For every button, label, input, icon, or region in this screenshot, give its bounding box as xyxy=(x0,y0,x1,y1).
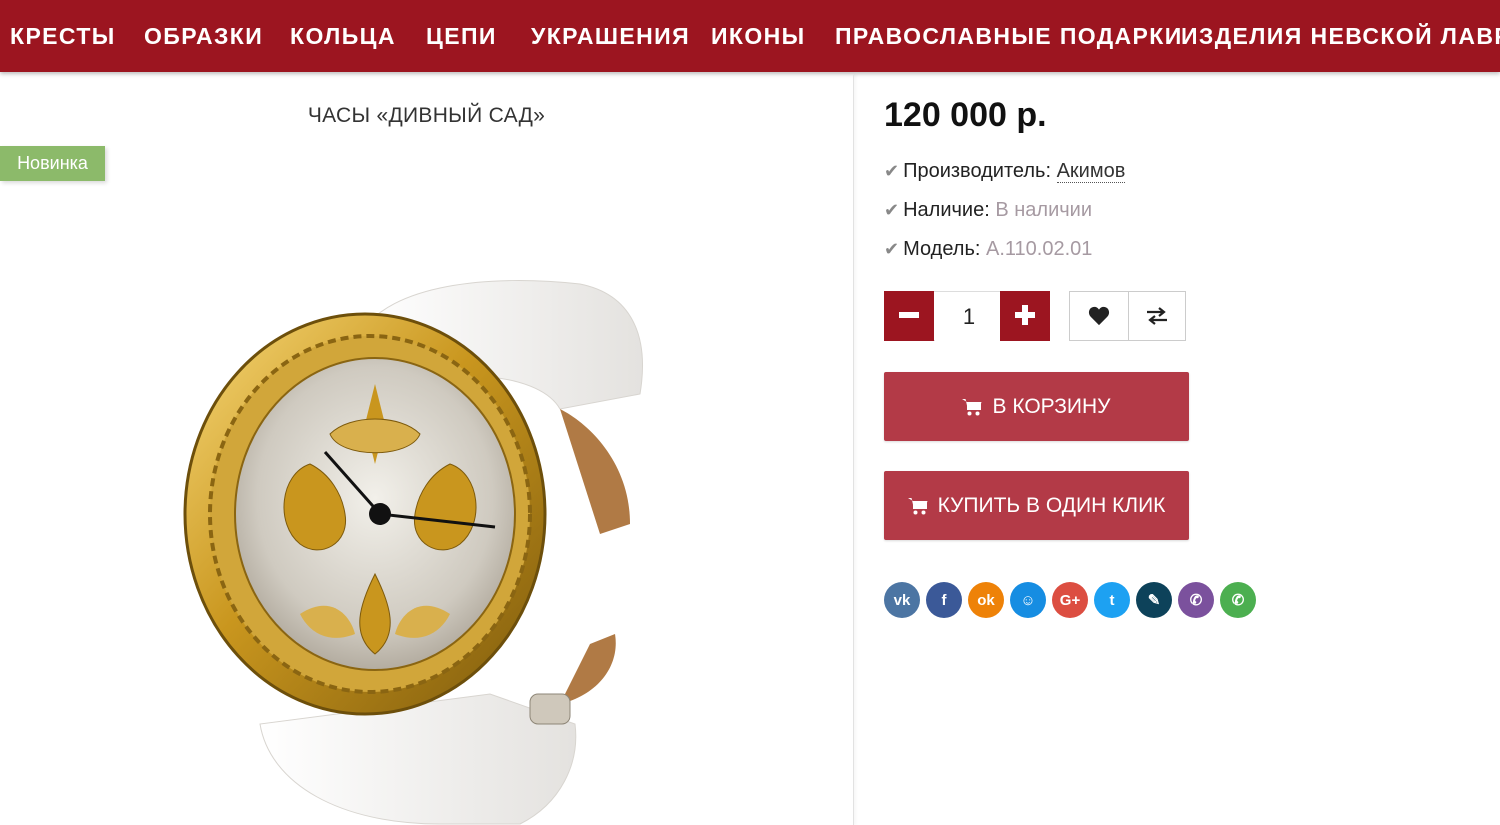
quantity-decrease-button[interactable] xyxy=(884,291,934,341)
add-to-cart-label: В КОРЗИНУ xyxy=(992,394,1111,418)
viber-icon[interactable]: ✆ xyxy=(1178,582,1214,618)
nav-item-nevsky-lavra[interactable]: ИЗДЕЛИЯ НЕВСКОЙ ЛАВРЫ xyxy=(1181,0,1500,72)
availability-value: В наличии xyxy=(995,199,1093,221)
quantity-stepper xyxy=(884,291,1050,342)
nav-item-medallions[interactable]: ОБРАЗКИ xyxy=(144,0,263,72)
compare-button[interactable] xyxy=(1128,292,1186,340)
heart-icon xyxy=(1088,306,1110,326)
cart-icon xyxy=(907,497,928,514)
product-tools xyxy=(1069,291,1186,341)
nav-item-jewelry[interactable]: УКРАШЕНИЯ xyxy=(531,0,690,72)
manufacturer-link[interactable]: Акимов xyxy=(1056,160,1126,183)
spec-label: Модель: xyxy=(903,238,981,260)
nav-item-crosses[interactable]: КРЕСТЫ xyxy=(10,0,116,72)
odnoklassniki-icon[interactable]: ok xyxy=(968,582,1004,618)
quantity-input[interactable] xyxy=(935,292,1003,342)
model-value: А.110.02.01 xyxy=(986,238,1093,260)
nav-item-icons[interactable]: ИКОНЫ xyxy=(711,0,806,72)
spec-model: ✔ Модель: А.110.02.01 xyxy=(884,238,1092,261)
buy-one-click-label: КУПИТЬ В ОДИН КЛИК xyxy=(937,493,1166,517)
check-icon: ✔ xyxy=(884,200,900,220)
compare-arrows-icon xyxy=(1147,307,1167,325)
spec-label: Наличие: xyxy=(903,199,990,221)
quantity-increase-button[interactable] xyxy=(1000,291,1050,341)
cart-icon xyxy=(962,398,982,415)
facebook-icon[interactable]: f xyxy=(926,582,962,618)
check-icon: ✔ xyxy=(884,161,900,181)
wishlist-button[interactable] xyxy=(1070,292,1129,340)
new-badge: Новинка xyxy=(0,146,105,181)
vk-icon[interactable]: vk xyxy=(884,582,920,618)
moimir-icon[interactable]: ☺ xyxy=(1010,582,1046,618)
spec-label: Производитель: xyxy=(903,160,1052,182)
spec-manufacturer: ✔ Производитель: Акимов xyxy=(884,160,1126,183)
twitter-icon[interactable]: t xyxy=(1094,582,1130,618)
plus-icon xyxy=(1015,305,1035,325)
livejournal-icon[interactable]: ✎ xyxy=(1136,582,1172,618)
check-icon: ✔ xyxy=(884,239,900,259)
product-image-panel: ЧАСЫ «ДИВНЫЙ САД» Новинка xyxy=(0,74,854,825)
buy-one-click-button[interactable]: КУПИТЬ В ОДИН КЛИК xyxy=(884,471,1189,540)
add-to-cart-button[interactable]: В КОРЗИНУ xyxy=(884,372,1189,441)
nav-item-chains[interactable]: ЦЕПИ xyxy=(426,0,497,72)
product-price: 120 000 р. xyxy=(884,96,1047,134)
spec-availability: ✔ Наличие: В наличии xyxy=(884,199,1092,222)
top-nav: КРЕСТЫ ОБРАЗКИ КОЛЬЦА ЦЕПИ УКРАШЕНИЯ ИКО… xyxy=(0,0,1500,72)
nav-item-orthodox-gifts[interactable]: ПРАВОСЛАВНЫЕ ПОДАРКИ xyxy=(835,0,1183,72)
product-title: ЧАСЫ «ДИВНЫЙ САД» xyxy=(307,104,546,127)
nav-item-rings[interactable]: КОЛЬЦА xyxy=(290,0,396,72)
product-photo[interactable] xyxy=(160,224,680,825)
minus-icon xyxy=(899,312,919,318)
whatsapp-icon[interactable]: ✆ xyxy=(1220,582,1256,618)
google-plus-icon[interactable]: G+ xyxy=(1052,582,1088,618)
